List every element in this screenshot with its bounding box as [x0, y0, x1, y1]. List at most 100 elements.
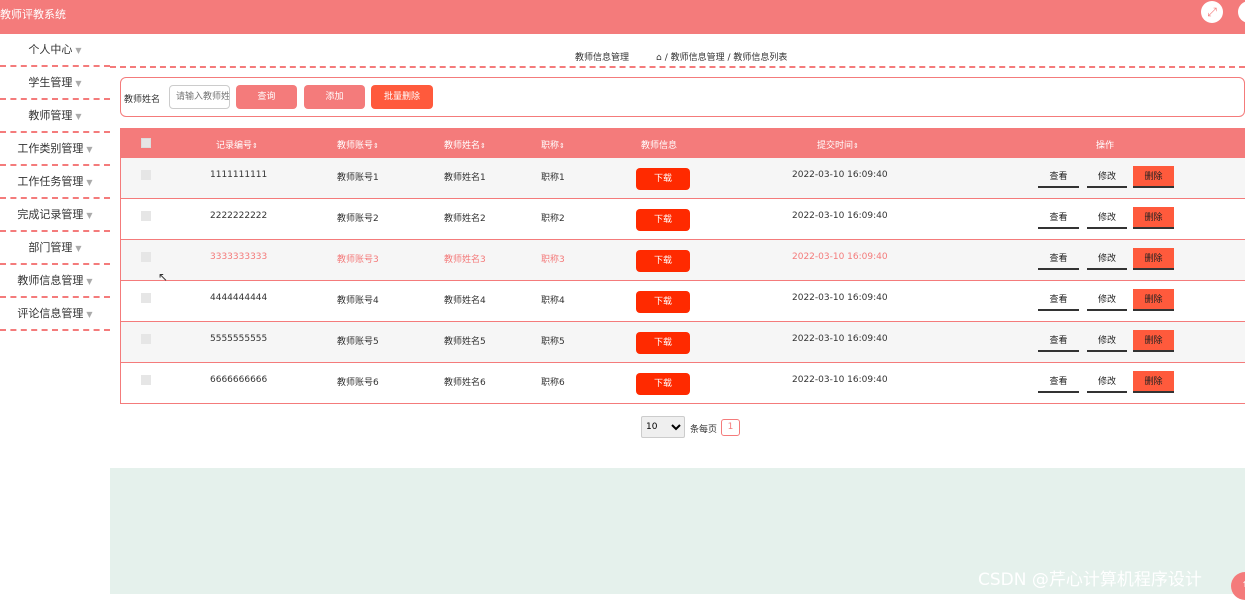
view-button[interactable]: 查看	[1038, 371, 1079, 393]
cell-record-no: 4444444444	[210, 293, 268, 303]
cell-name: 教师姓名4	[444, 296, 486, 306]
cell-submit-time: 2022-03-10 16:09:40	[792, 293, 888, 303]
query-button[interactable]: 查询	[236, 85, 297, 109]
sidebar-item-students[interactable]: 学生管理 ▼	[0, 67, 110, 100]
breadcrumb-text: / 教师信息管理 / 教师信息列表	[664, 53, 788, 63]
header-title[interactable]: 职称⇕	[541, 138, 565, 151]
cell-title: 职称1	[541, 173, 565, 183]
download-button[interactable]: 下载	[636, 373, 690, 395]
sidebar-item-personal-center[interactable]: 个人中心 ▼	[0, 34, 110, 67]
cell-title: 职称2	[541, 214, 565, 224]
batch-delete-button[interactable]: 批量删除	[371, 85, 433, 109]
header-name[interactable]: 教师姓名⇕	[444, 138, 486, 151]
select-all-checkbox[interactable]	[141, 138, 151, 148]
cell-submit-time: 2022-03-10 16:09:40	[792, 211, 888, 221]
delete-button[interactable]: 删除	[1133, 371, 1174, 393]
download-button[interactable]: 下载	[636, 250, 690, 272]
header-label: 教师账号	[337, 141, 374, 151]
page-size-select[interactable]: 10	[641, 416, 685, 438]
view-button[interactable]: 查看	[1038, 207, 1079, 229]
download-button[interactable]: 下载	[636, 332, 690, 354]
caret-down-icon: ▼	[75, 112, 82, 121]
row-checkbox[interactable]	[141, 375, 151, 385]
sidebar-item-teacher-info[interactable]: 教师信息管理 ▼	[0, 265, 110, 298]
row-checkbox[interactable]	[141, 211, 151, 221]
row-checkbox[interactable]	[141, 252, 151, 262]
table-row: 4444444444 教师账号4 教师姓名4 职称4 下载 2022-03-10…	[121, 281, 1245, 322]
edit-button[interactable]: 修改	[1087, 289, 1127, 311]
sort-icon: ⇕	[252, 142, 258, 150]
search-form: 教师姓名 查询 添加 批量删除	[120, 77, 1245, 117]
sidebar-item-work-category[interactable]: 工作类别管理 ▼	[0, 133, 110, 166]
cell-account: 教师账号3	[337, 255, 379, 265]
page-number-current[interactable]: 1	[721, 419, 740, 436]
cell-submit-time: 2022-03-10 16:09:40	[792, 170, 888, 180]
delete-button[interactable]: 删除	[1133, 289, 1174, 311]
edit-button[interactable]: 修改	[1087, 371, 1127, 393]
caret-down-icon: ▼	[86, 178, 93, 187]
app-title: 教师评教系统	[0, 8, 66, 21]
view-button[interactable]: 查看	[1038, 248, 1079, 270]
cell-account: 教师账号2	[337, 214, 379, 224]
cell-account: 教师账号5	[337, 337, 379, 347]
sidebar-item-completion-record[interactable]: 完成记录管理 ▼	[0, 199, 110, 232]
close-icon[interactable]: ×	[1238, 1, 1245, 23]
caret-down-icon: ▼	[75, 46, 82, 55]
edit-button[interactable]: 修改	[1087, 207, 1127, 229]
cell-title: 职称6	[541, 378, 565, 388]
caret-down-icon: ▼	[86, 310, 93, 319]
table-row: 3333333333 教师账号3 教师姓名3 职称3 下载 2022-03-10…	[121, 240, 1245, 281]
sidebar-item-work-task[interactable]: 工作任务管理 ▼	[0, 166, 110, 199]
caret-down-icon: ▼	[86, 145, 93, 154]
header-account[interactable]: 教师账号⇕	[337, 138, 379, 151]
view-button[interactable]: 查看	[1038, 330, 1079, 352]
sort-icon: ⇕	[853, 142, 859, 150]
sidebar-item-label: 个人中心	[28, 43, 73, 56]
view-button[interactable]: 查看	[1038, 289, 1079, 311]
add-button[interactable]: 添加	[304, 85, 365, 109]
delete-button[interactable]: 删除	[1133, 248, 1174, 270]
caret-down-icon: ▼	[75, 79, 82, 88]
sort-icon: ⇕	[373, 142, 379, 150]
sidebar-item-teachers[interactable]: 教师管理 ▼	[0, 100, 110, 133]
view-button[interactable]: 查看	[1038, 166, 1079, 188]
edit-button[interactable]: 修改	[1087, 248, 1127, 270]
download-button[interactable]: 下载	[636, 168, 690, 190]
delete-button[interactable]: 删除	[1133, 207, 1174, 229]
row-checkbox[interactable]	[141, 334, 151, 344]
row-checkbox[interactable]	[141, 293, 151, 303]
cell-record-no: 1111111111	[210, 170, 268, 180]
top-bar: 教师评教系统 ⤢ ×	[0, 0, 1245, 34]
search-input[interactable]	[169, 85, 230, 109]
download-button[interactable]: 下载	[636, 291, 690, 313]
page-title: 教师信息管理	[575, 53, 630, 63]
header-actions: 操作	[1096, 141, 1115, 151]
sidebar-item-label: 教师信息管理	[17, 274, 84, 287]
caret-down-icon: ▼	[75, 244, 82, 253]
cell-record-no: 2222222222	[210, 211, 268, 221]
download-button[interactable]: 下载	[636, 209, 690, 231]
cell-title: 职称3	[541, 255, 565, 265]
cell-submit-time: 2022-03-10 16:09:40	[792, 375, 888, 385]
sidebar-item-comment-info[interactable]: 评论信息管理 ▼	[0, 298, 110, 331]
cell-submit-time: 2022-03-10 16:09:40	[792, 252, 888, 262]
edit-button[interactable]: 修改	[1087, 166, 1127, 188]
row-checkbox[interactable]	[141, 170, 151, 180]
home-icon[interactable]: ⌂	[656, 53, 662, 63]
cell-title: 职称4	[541, 296, 565, 306]
fullscreen-icon[interactable]: ⤢	[1201, 1, 1223, 23]
sidebar-item-label: 学生管理	[28, 76, 73, 89]
sidebar-item-label: 工作类别管理	[17, 142, 84, 155]
per-page-label: 条每页	[690, 425, 718, 435]
caret-down-icon: ▼	[86, 277, 93, 286]
sidebar-item-department[interactable]: 部门管理 ▼	[0, 232, 110, 265]
header-record-no[interactable]: 记录编号⇕	[216, 138, 258, 151]
cell-title: 职称5	[541, 337, 565, 347]
delete-button[interactable]: 删除	[1133, 166, 1174, 188]
delete-button[interactable]: 删除	[1133, 330, 1174, 352]
header-submit-time[interactable]: 提交时间⇕	[817, 138, 859, 151]
sidebar-item-label: 评论信息管理	[17, 307, 84, 320]
table-row: 2222222222 教师账号2 教师姓名2 职称2 下载 2022-03-10…	[121, 199, 1245, 240]
edit-button[interactable]: 修改	[1087, 330, 1127, 352]
sidebar-item-label: 工作任务管理	[17, 175, 84, 188]
